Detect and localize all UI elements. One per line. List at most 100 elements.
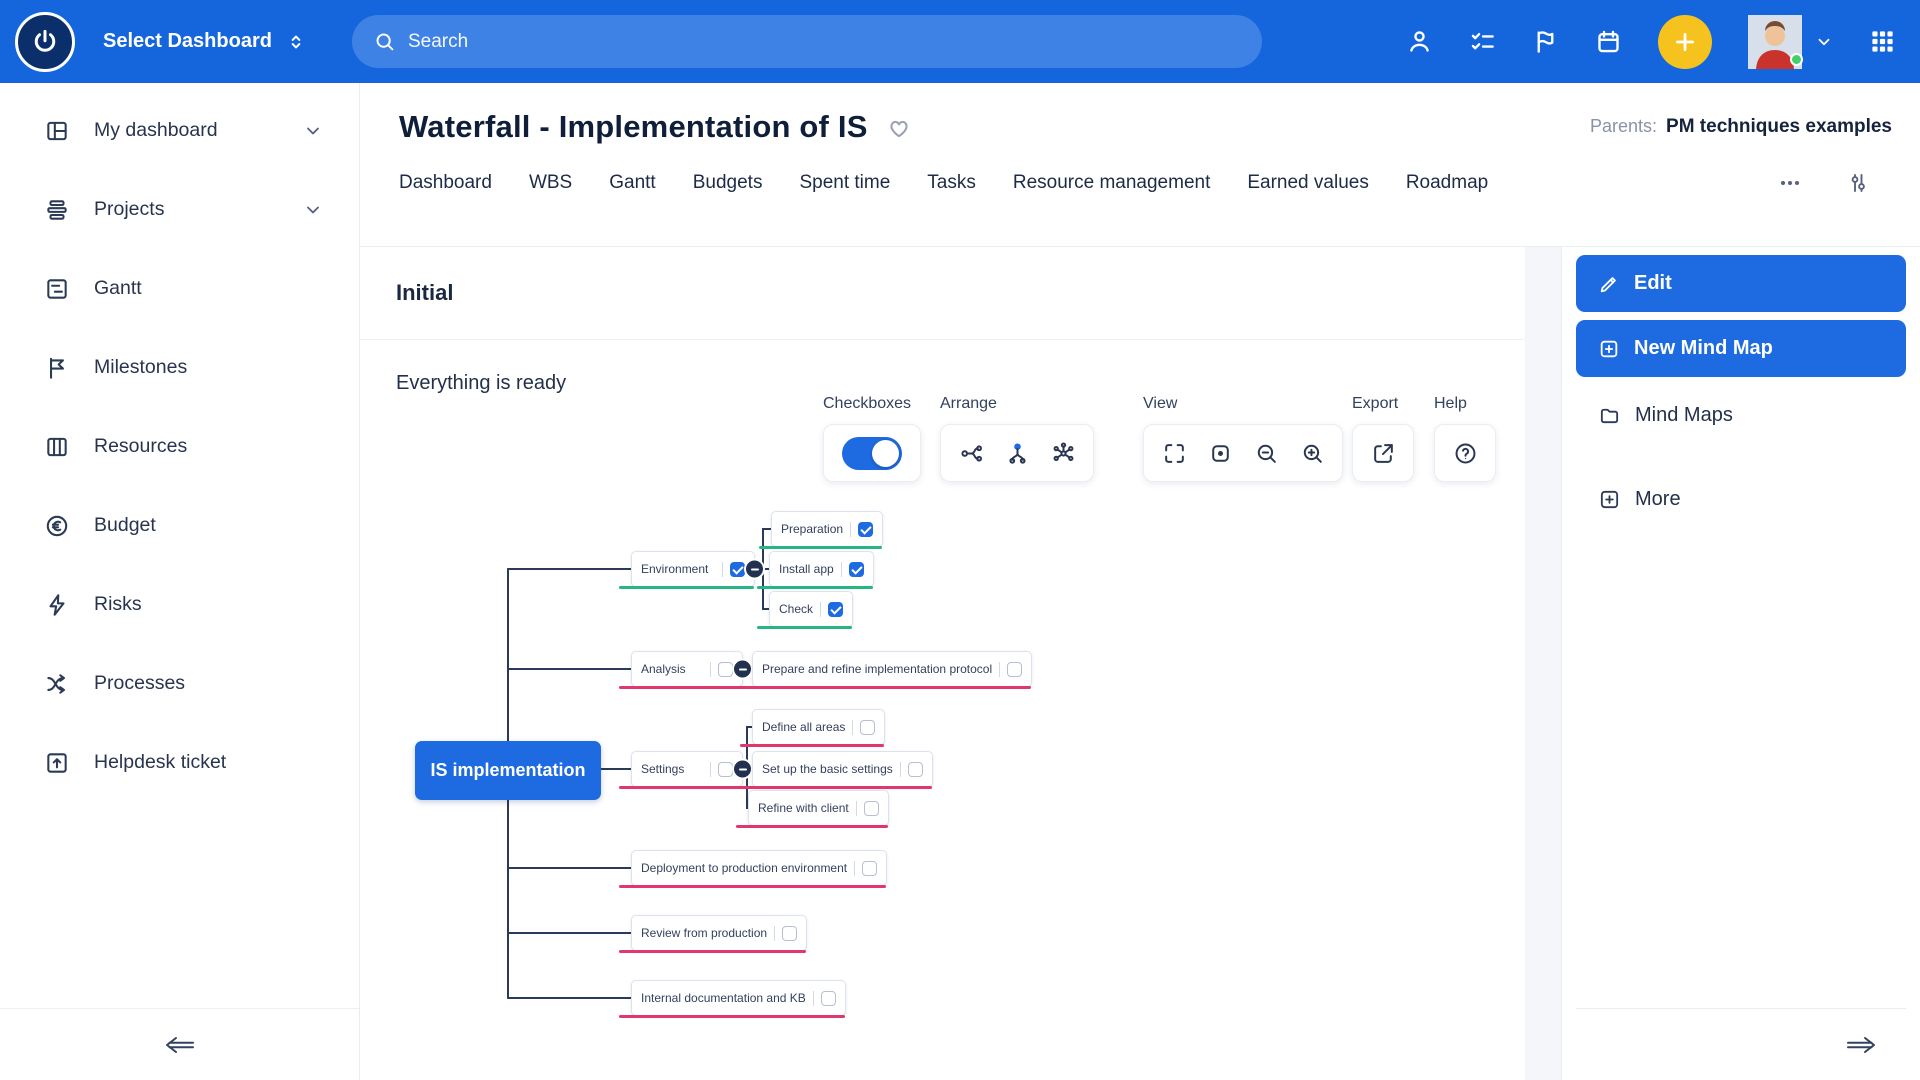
right-panel-footer	[1576, 1008, 1906, 1080]
projects-icon	[44, 197, 70, 223]
more-tabs-icon[interactable]	[1778, 171, 1802, 195]
node-checkbox[interactable]	[730, 562, 745, 577]
gantt-icon	[44, 276, 70, 302]
arrange-horizontal-icon[interactable]	[952, 435, 990, 471]
node-checkbox[interactable]	[1007, 662, 1022, 677]
fullscreen-icon[interactable]	[1155, 435, 1193, 471]
sidebar-item-processes[interactable]: Processes	[0, 644, 359, 723]
tab-tasks[interactable]: Tasks	[927, 172, 976, 194]
mindmap-node-deployment[interactable]: Deployment to production environment	[631, 850, 887, 886]
parents-link[interactable]: PM techniques examples	[1666, 116, 1892, 138]
flag-icon[interactable]	[1532, 28, 1559, 55]
collapse-sidebar-icon[interactable]	[163, 1033, 197, 1057]
collapse-toggle-icon[interactable]	[734, 761, 751, 778]
favorite-heart-icon[interactable]	[886, 114, 912, 140]
node-separator	[722, 562, 723, 577]
topbar-actions	[1406, 15, 1896, 69]
mindmap-node-check[interactable]: Check	[769, 591, 853, 627]
node-checkbox[interactable]	[862, 861, 877, 876]
mindmap-node-internal-docs[interactable]: Internal documentation and KB	[631, 980, 846, 1016]
node-label: Set up the basic settings	[762, 762, 893, 776]
collapse-toggle-icon[interactable]	[734, 661, 751, 678]
mindmap-node-protocol[interactable]: Prepare and refine implementation protoc…	[752, 651, 1032, 687]
collapse-toggle-icon[interactable]	[746, 561, 763, 578]
node-checkbox[interactable]	[821, 991, 836, 1006]
app-logo[interactable]	[15, 12, 75, 72]
tab-budgets[interactable]: Budgets	[693, 172, 763, 194]
search-placeholder: Search	[408, 31, 468, 53]
help-icon[interactable]	[1446, 435, 1484, 471]
center-view-icon[interactable]	[1201, 435, 1239, 471]
sidebar-item-resources[interactable]: Resources	[0, 407, 359, 486]
mind-maps-item[interactable]: Mind Maps	[1576, 388, 1906, 442]
online-status-dot	[1790, 53, 1803, 66]
node-checkbox[interactable]	[864, 801, 879, 816]
node-checkbox[interactable]	[849, 562, 864, 577]
search-input[interactable]: Search	[352, 15, 1262, 68]
mindmap-node-preparation[interactable]: Preparation	[771, 511, 883, 547]
mindmap-node-refine-with-client[interactable]: Refine with client	[748, 790, 889, 826]
user-menu[interactable]	[1748, 15, 1833, 69]
apps-grid-icon[interactable]	[1869, 28, 1896, 55]
more-item[interactable]: More	[1576, 472, 1906, 526]
sidebar-item-risks[interactable]: Risks	[0, 565, 359, 644]
mindmap-node-settings[interactable]: Settings	[631, 751, 743, 787]
profile-icon[interactable]	[1406, 28, 1433, 55]
chevron-down-icon[interactable]	[303, 121, 323, 141]
node-separator	[999, 662, 1000, 677]
tab-dashboard[interactable]: Dashboard	[399, 172, 492, 194]
tab-roadmap[interactable]: Roadmap	[1406, 172, 1488, 194]
node-checkbox[interactable]	[718, 762, 733, 777]
tasks-checklist-icon[interactable]	[1469, 28, 1496, 55]
tab-resource-management[interactable]: Resource management	[1013, 172, 1211, 194]
new-mind-map-button[interactable]: New Mind Map	[1576, 320, 1906, 377]
sidebar-item-label: Milestones	[94, 356, 187, 379]
export-icon[interactable]	[1364, 435, 1402, 471]
help-label: Help	[1434, 395, 1496, 413]
new-mind-map-label: New Mind Map	[1634, 337, 1773, 360]
calendar-icon[interactable]	[1595, 28, 1622, 55]
node-checkbox[interactable]	[858, 522, 873, 537]
tab-spent-time[interactable]: Spent time	[799, 172, 890, 194]
tab-earned-values[interactable]: Earned values	[1247, 172, 1368, 194]
checkboxes-toggle[interactable]	[842, 437, 902, 470]
node-checkbox[interactable]	[718, 662, 733, 677]
plus-square-icon	[1598, 338, 1620, 360]
node-checkbox[interactable]	[860, 720, 875, 735]
add-button[interactable]	[1658, 15, 1712, 69]
arrange-radial-icon[interactable]	[1044, 435, 1082, 471]
chevron-down-icon[interactable]	[303, 200, 323, 220]
mindmap-node-basic-settings[interactable]: Set up the basic settings	[752, 751, 933, 787]
node-checkbox[interactable]	[782, 926, 797, 941]
mindmap-node-environment[interactable]: Environment	[631, 551, 755, 587]
edit-button-label: Edit	[1634, 272, 1672, 295]
sidebar-item-gantt[interactable]: Gantt	[0, 249, 359, 328]
zoom-in-icon[interactable]	[1293, 435, 1331, 471]
arrange-vertical-icon[interactable]	[998, 435, 1036, 471]
edit-button[interactable]: Edit	[1576, 255, 1906, 312]
section-title: Initial	[396, 280, 453, 306]
mindmap-node-install-app[interactable]: Install app	[769, 551, 874, 587]
zoom-out-icon[interactable]	[1247, 435, 1285, 471]
tab-settings-tune-icon[interactable]	[1846, 171, 1870, 195]
mindmap-node-analysis[interactable]: Analysis	[631, 651, 743, 687]
sidebar-item-helpdesk[interactable]: Helpdesk ticket	[0, 723, 359, 802]
project-header: Waterfall - Implementation of IS Parents…	[360, 83, 1920, 247]
sidebar-item-label: Resources	[94, 435, 187, 458]
node-separator	[850, 522, 851, 537]
node-checkbox[interactable]	[908, 762, 923, 777]
tab-wbs[interactable]: WBS	[529, 172, 572, 194]
mindmap-node-define-all-areas[interactable]: Define all areas	[752, 709, 885, 745]
mindmap-node-review[interactable]: Review from production	[631, 915, 807, 951]
dashboard-selector[interactable]: Select Dashboard	[103, 30, 306, 53]
sidebar-item-milestones[interactable]: Milestones	[0, 328, 359, 407]
sidebar-item-budget[interactable]: Budget	[0, 486, 359, 565]
node-checkbox[interactable]	[828, 602, 843, 617]
euro-icon	[44, 513, 70, 539]
mindmap-root-node[interactable]: IS implementation	[415, 741, 601, 800]
tab-gantt[interactable]: Gantt	[609, 172, 655, 194]
sidebar-item-my-dashboard[interactable]: My dashboard	[0, 91, 359, 170]
expand-panel-icon[interactable]	[1844, 1033, 1878, 1057]
sidebar-item-projects[interactable]: Projects	[0, 170, 359, 249]
section-header: Initial	[360, 247, 1525, 340]
